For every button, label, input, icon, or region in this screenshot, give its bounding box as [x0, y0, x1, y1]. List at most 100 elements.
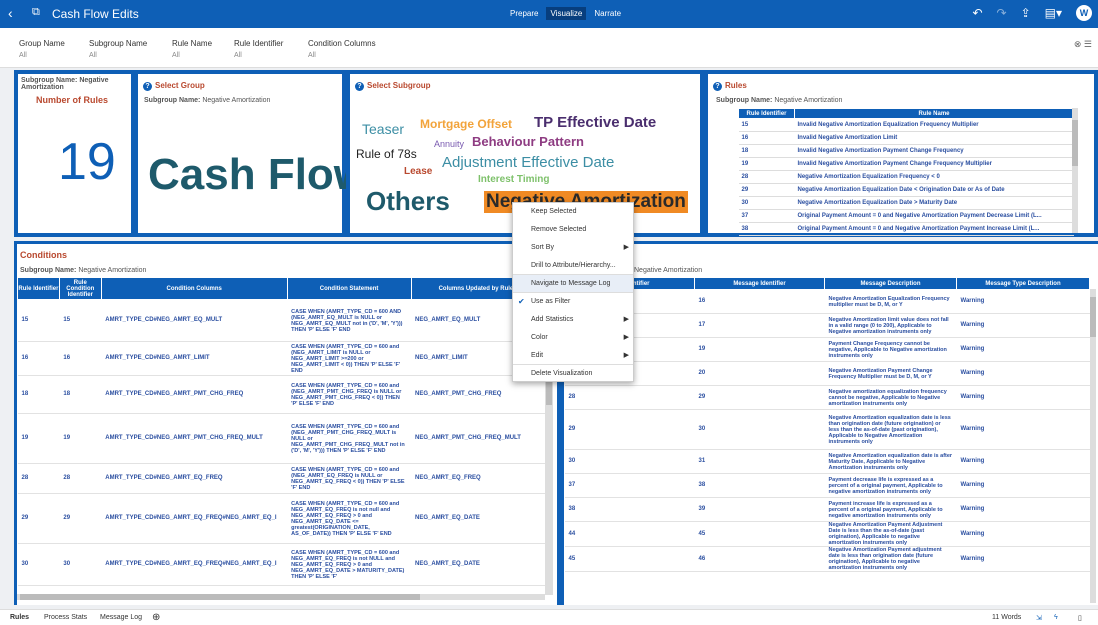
table-row[interactable]: 30 30 AMRT_TYPE_CD#NEG_AMRT_EQ_FREQ#NEG_AM… — [17, 543, 545, 586]
message-cell[interactable]: Warning — [956, 546, 1090, 572]
message-cell[interactable]: 31 — [694, 449, 825, 474]
tab-rules[interactable]: Rules — [10, 614, 29, 621]
message-cell[interactable]: Warning — [956, 385, 1090, 410]
menu-edit[interactable]: Edit ▶ — [513, 347, 633, 365]
message-cell[interactable]: 17 — [694, 313, 825, 338]
table-row[interactable]: 38 39 Payment increase life is expressed a… — [564, 497, 1090, 522]
condition-cell[interactable]: 30 — [17, 543, 60, 586]
cond-col-condition-statement[interactable]: Condition Statement — [286, 277, 412, 300]
message-cell[interactable]: 45 — [564, 546, 695, 572]
rule-identifier-cell[interactable]: 29 — [738, 183, 795, 197]
msg-col-message-description[interactable]: Message Description — [824, 277, 957, 290]
condition-cell[interactable]: 18 — [59, 375, 102, 414]
menu-color[interactable]: Color ▶ — [513, 329, 633, 347]
message-cell[interactable]: Negative amortization equalization frequ… — [824, 385, 957, 410]
rule-identifier-cell[interactable]: 15 — [738, 118, 795, 132]
condition-cell[interactable]: AMRT_TYPE_CD#NEG_AMRT_LIMIT — [101, 341, 288, 376]
menu-use-as-filter[interactable]: ✔ Use as Filter — [513, 293, 633, 311]
rule-name-cell[interactable]: Original Payment Amount = 0 and Negative… — [794, 222, 1074, 236]
message-cell[interactable]: Warning — [956, 361, 1090, 386]
message-cell[interactable]: 38 — [564, 497, 695, 522]
table-row[interactable]: 45 46 Negative Amortization Payment adjust… — [564, 546, 1090, 572]
rule-name-cell[interactable]: Invalid Negative Amortization Payment Ch… — [794, 157, 1074, 171]
table-row[interactable]: 28 Negative Amortization Equalization Fre… — [738, 170, 1074, 184]
filter-condition-columns[interactable]: Condition Columns All — [308, 39, 376, 59]
word-tp-effective-date[interactable]: TP Effective Date — [534, 114, 656, 131]
message-cell[interactable]: Negative Amortization Payment adjustment… — [824, 546, 957, 572]
table-row[interactable]: 16 16 AMRT_TYPE_CD#NEG_AMRT_LIMIT CASE WHEN… — [17, 341, 545, 376]
condition-cell[interactable]: 16 — [17, 341, 60, 376]
message-cell[interactable]: 28 — [564, 385, 695, 410]
condition-cell[interactable]: AMRT_TYPE_CD#NEG_AMRT_EQ_FREQ#NEG_AMRT_E… — [101, 493, 288, 544]
condition-cell[interactable]: AMRT_TYPE_CD#NEG_AMRT_EQ_FREQ#NEG_AMRT_E… — [101, 543, 288, 586]
message-cell[interactable]: Negative Amortization equalization date … — [824, 449, 957, 474]
table-row[interactable]: 37 Original Payment Amount = 0 and Negati… — [738, 209, 1074, 223]
message-cell[interactable]: 39 — [694, 497, 825, 522]
message-cell[interactable]: 29 — [694, 385, 825, 410]
mode-prepare[interactable]: Prepare — [506, 7, 542, 20]
filter-settings-icon[interactable]: ⊗ ☰ — [1074, 39, 1092, 50]
help-icon[interactable]: ? — [355, 82, 364, 91]
message-cell[interactable]: Warning — [956, 521, 1090, 547]
lightning-icon[interactable]: ϟ — [1054, 614, 1058, 621]
select-group-panel[interactable]: ? Select Group Subgroup Name: Negative Am… — [134, 70, 368, 237]
condition-cell[interactable]: NEG_AMRT_EQ_DATE — [411, 493, 541, 544]
word-annuity[interactable]: Annuity — [434, 139, 464, 149]
message-cell[interactable]: 45 — [694, 521, 825, 547]
table-row[interactable]: 16 Invalid Negative Amortization Limit — [738, 131, 1074, 145]
message-cell[interactable]: 38 — [694, 473, 825, 498]
word-interest-timing[interactable]: Interest Timing — [478, 174, 550, 185]
message-cell[interactable]: Warning — [956, 497, 1090, 522]
msg-col-message-type[interactable]: Message Type Description — [956, 277, 1090, 290]
condition-cell[interactable]: AMRT_TYPE_CD#NEG_AMRT_PMT_CHG_FREQ — [101, 375, 288, 414]
table-row[interactable]: 18 Invalid Negative Amortization Payment … — [738, 144, 1074, 158]
filter-group-name[interactable]: Group Name All — [19, 39, 65, 59]
rule-name-cell[interactable]: Invalid Negative Amortization Limit — [794, 131, 1074, 145]
word-teaser[interactable]: Teaser — [362, 121, 404, 137]
filter-rule-name[interactable]: Rule Name All — [172, 39, 212, 59]
message-cell[interactable]: Payment decrease life is expressed as a … — [824, 473, 957, 498]
rule-identifier-cell[interactable]: 38 — [738, 222, 795, 236]
table-row[interactable]: 30 31 Negative Amortization equalization d… — [564, 449, 1090, 474]
table-row[interactable]: 28 28 AMRT_TYPE_CD#NEG_AMRT_EQ_FREQ CASE WH… — [17, 463, 545, 494]
message-cell[interactable]: 30 — [564, 449, 695, 474]
condition-cell[interactable]: 15 — [17, 299, 60, 342]
message-cell[interactable]: Payment Change Frequency cannot be negat… — [824, 337, 957, 362]
condition-cell[interactable]: CASE WHEN (AMRT_TYPE_CD = 600 and NEG_AM… — [287, 493, 412, 544]
back-icon[interactable]: ‹ — [8, 5, 13, 21]
condition-cell[interactable]: AMRT_TYPE_CD#NEG_AMRT_PMT_CHG_FREQ_MULT — [101, 413, 288, 464]
message-cell[interactable]: Warning — [956, 449, 1090, 474]
rules-col-rule-identifier[interactable]: Rule Identifier — [738, 108, 795, 119]
rule-identifier-cell[interactable]: 28 — [738, 170, 795, 184]
table-row[interactable]: 19 19 AMRT_TYPE_CD#NEG_AMRT_PMT_CHG_FREQ_M… — [17, 413, 545, 464]
help-icon[interactable]: ? — [143, 82, 152, 91]
condition-cell[interactable]: 29 — [17, 493, 60, 544]
cond-col-condition-columns[interactable]: Condition Columns — [100, 277, 288, 300]
rule-name-cell[interactable]: Negative Amortization Equalization Date … — [794, 183, 1074, 197]
add-canvas-icon[interactable]: ⊕ — [152, 612, 160, 623]
condition-cell[interactable]: NEG_AMRT_EQ_DATE — [411, 543, 541, 586]
condition-cell[interactable]: CASE WHEN (AMRT_TYPE_CD = 600 and (NEG_A… — [287, 341, 412, 376]
msg-col-message-identifier[interactable]: Message Identifier — [694, 277, 825, 290]
condition-cell[interactable]: 28 — [17, 463, 60, 494]
condition-cell[interactable]: 15 — [59, 299, 102, 342]
word-behaviour-pattern[interactable]: Behaviour Pattern — [472, 134, 584, 149]
table-row[interactable]: 18 18 AMRT_TYPE_CD#NEG_AMRT_PMT_CHG_FREQ CA… — [17, 375, 545, 414]
word-lease[interactable]: Lease — [404, 166, 432, 177]
undo-icon[interactable]: ↶ — [972, 6, 982, 20]
word-adjustment-effective-date[interactable]: Adjustment Effective Date — [442, 154, 614, 171]
table-row[interactable]: 37 38 Payment decrease life is expressed a… — [564, 473, 1090, 498]
condition-cell[interactable]: NEG_AMRT_PMT_CHG_FREQ_MULT — [411, 413, 541, 464]
rule-name-cell[interactable]: Negative Amortization Equalization Frequ… — [794, 170, 1074, 184]
condition-cell[interactable]: 28 — [59, 463, 102, 494]
message-cell[interactable]: 16 — [694, 289, 825, 314]
word-others[interactable]: Others — [366, 186, 450, 217]
message-cell[interactable]: 20 — [694, 361, 825, 386]
tab-process-stats[interactable]: Process Stats — [44, 614, 87, 621]
table-row[interactable]: 29 29 AMRT_TYPE_CD#NEG_AMRT_EQ_FREQ#NEG_AM… — [17, 493, 545, 544]
condition-cell[interactable]: CASE WHEN (AMRT_TYPE_CD = 600 AND (NEG_A… — [287, 299, 412, 342]
message-cell[interactable]: 44 — [564, 521, 695, 547]
rules-col-rule-name[interactable]: Rule Name — [794, 108, 1074, 119]
user-avatar[interactable]: W — [1076, 5, 1092, 21]
rule-identifier-cell[interactable]: 16 — [738, 131, 795, 145]
